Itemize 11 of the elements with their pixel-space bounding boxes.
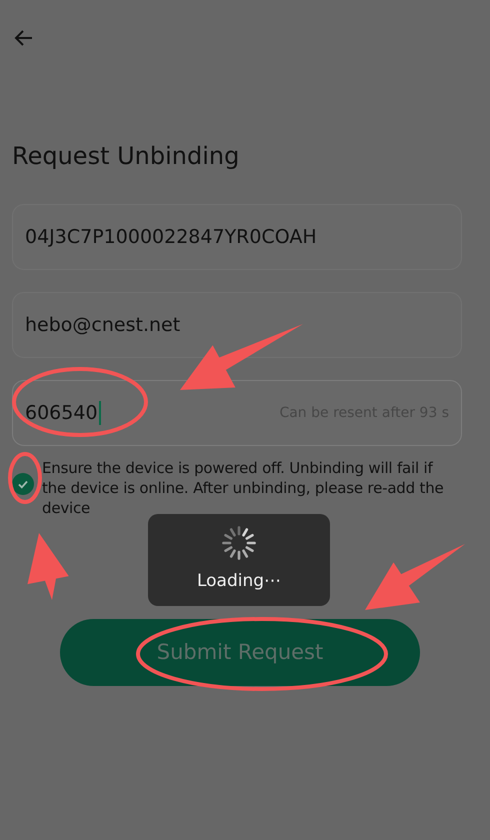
annotation-arrow [28,533,69,600]
annotation-ellipse [8,452,42,504]
page-title: Request Unbinding [12,141,240,172]
agreement-text: Ensure the device is powered off. Unbinding will fail if the device is online. After unbinding, please re-add the device [42,458,445,518]
text-cursor [98,401,101,425]
checkmark-icon [17,478,29,490]
agreement-checkbox[interactable] [12,473,34,495]
input-field[interactable]: 04J3C7P1000022847YR0COAH [12,204,462,270]
loading-spinner-icon [221,525,257,562]
input-field[interactable]: hebo@cnest.net [12,292,462,358]
loading-text: Loading⋯ [196,570,282,594]
